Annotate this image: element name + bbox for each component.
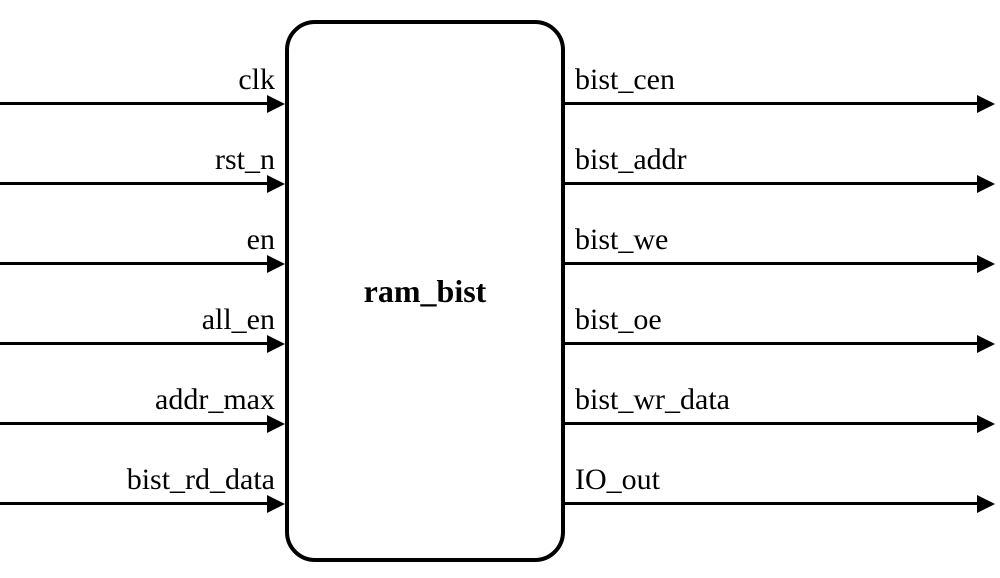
- port-label: IO_out: [575, 463, 660, 497]
- arrow-line: [0, 502, 269, 505]
- arrow-head-icon: [977, 255, 995, 273]
- arrow-line: [0, 342, 269, 345]
- arrow-line: [565, 262, 979, 265]
- arrow-line: [0, 102, 269, 105]
- arrow-line: [565, 342, 979, 345]
- port-label: bist_cen: [575, 63, 675, 97]
- ram-bist-block: ram_bist: [285, 20, 565, 562]
- arrow-head-icon: [977, 95, 995, 113]
- arrow-head-icon: [267, 495, 285, 513]
- arrow-head-icon: [267, 255, 285, 273]
- input-port-en: en: [0, 225, 285, 265]
- arrow-line: [0, 182, 269, 185]
- arrow-head-icon: [977, 495, 995, 513]
- arrow-head-icon: [977, 335, 995, 353]
- input-port-addr-max: addr_max: [0, 385, 285, 425]
- output-port-bist-we: bist_we: [565, 225, 995, 265]
- port-label: bist_we: [575, 223, 668, 257]
- arrow-line: [0, 262, 269, 265]
- port-label: en: [247, 223, 275, 257]
- arrow-head-icon: [267, 415, 285, 433]
- port-label: bist_rd_data: [127, 463, 275, 497]
- arrow-line: [565, 182, 979, 185]
- port-label: all_en: [202, 303, 275, 337]
- arrow-line: [565, 102, 979, 105]
- arrow-head-icon: [977, 415, 995, 433]
- arrow-line: [0, 422, 269, 425]
- arrow-line: [565, 422, 979, 425]
- output-port-IO-out: IO_out: [565, 465, 995, 505]
- output-port-bist-wr-data: bist_wr_data: [565, 385, 995, 425]
- arrow-line: [565, 502, 979, 505]
- arrow-head-icon: [977, 175, 995, 193]
- port-label: bist_oe: [575, 303, 662, 337]
- input-port-all-en: all_en: [0, 305, 285, 345]
- port-label: bist_addr: [575, 143, 687, 177]
- arrow-head-icon: [267, 335, 285, 353]
- port-label: bist_wr_data: [575, 383, 730, 417]
- arrow-head-icon: [267, 95, 285, 113]
- block-diagram: ram_bist clk rst_nen all_en addr_max bist_rd…: [0, 0, 1000, 578]
- arrow-head-icon: [267, 175, 285, 193]
- output-port-bist-oe: bist_oe: [565, 305, 995, 345]
- output-port-bist-addr: bist_addr: [565, 145, 995, 185]
- port-label: clk: [238, 63, 275, 97]
- input-port-clk: clk: [0, 65, 285, 105]
- port-label: addr_max: [155, 383, 275, 417]
- block-label: ram_bist: [364, 273, 487, 310]
- input-port-rst-n: rst_n: [0, 145, 285, 185]
- input-port-bist-rd-data: bist_rd_data: [0, 465, 285, 505]
- output-port-bist-cen: bist_cen: [565, 65, 995, 105]
- port-label: rst_n: [215, 143, 275, 177]
